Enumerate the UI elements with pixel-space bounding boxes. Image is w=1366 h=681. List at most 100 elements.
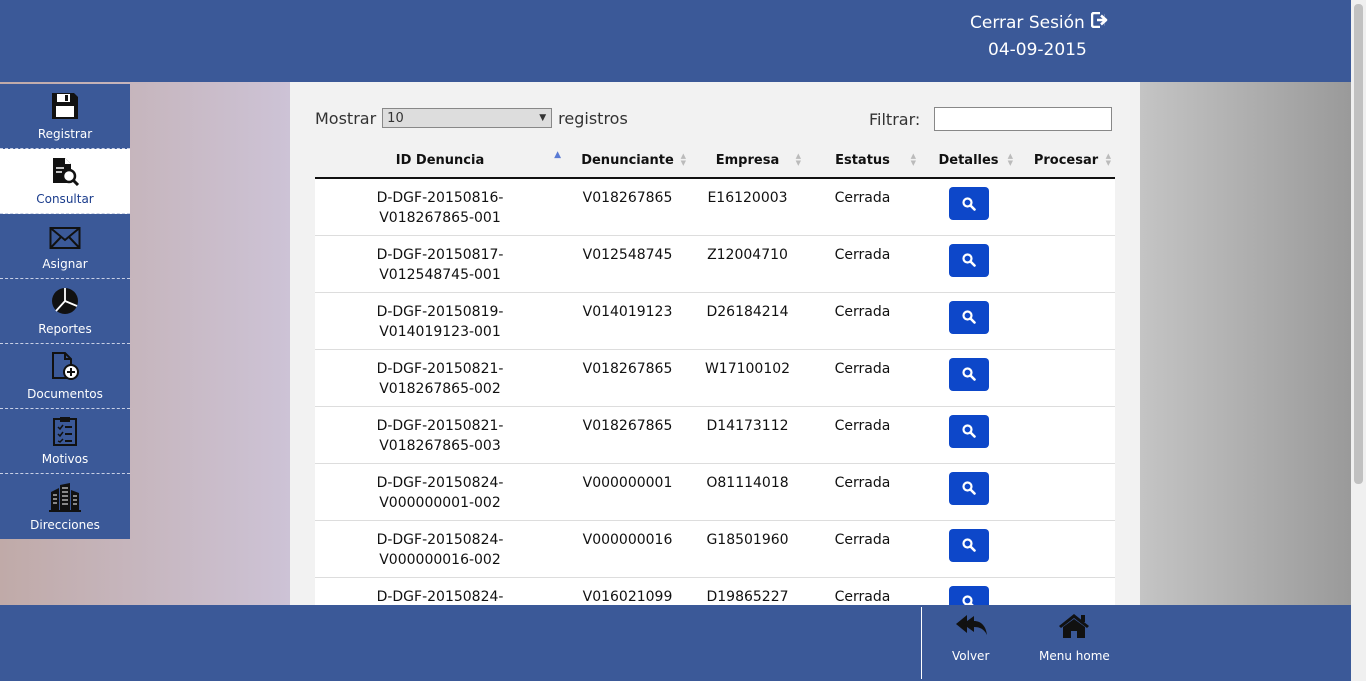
table-row: D-DGF-20150819- V014019123-001 V014019123… (315, 291, 1115, 349)
column-header-id[interactable]: ID Denuncia ▲ (315, 144, 565, 179)
home-icon (1059, 614, 1090, 638)
cell-estatus: Cerrada (805, 177, 920, 235)
envelope-icon (49, 227, 81, 249)
cell-detalles (920, 519, 1017, 577)
logout-label: Cerrar Sesión (970, 12, 1085, 33)
sidebar-item-consultar[interactable]: Consultar (0, 149, 130, 214)
back-button[interactable]: Volver (952, 613, 989, 663)
id-part: V000000016-002 (379, 551, 501, 568)
cell-denunciante: V018267865 (565, 348, 690, 406)
cell-procesar (1017, 291, 1115, 349)
details-button[interactable] (948, 414, 989, 448)
sidebar-item-label: Reportes (38, 322, 92, 336)
sort-asc-icon: ▲ (554, 150, 561, 160)
cell-id: D-DGF-20150819- V014019123-001 (315, 291, 565, 349)
page-scrollbar[interactable] (1351, 0, 1366, 681)
sidebar-item-motivos[interactable]: Motivos (0, 409, 130, 474)
filter-input[interactable] (934, 107, 1113, 131)
details-button[interactable] (948, 528, 989, 562)
sidebar-item-registrar[interactable]: Registrar (0, 84, 130, 149)
cell-detalles (920, 348, 1017, 406)
cell-procesar (1017, 405, 1115, 463)
details-button[interactable] (948, 187, 989, 220)
cell-id: D-DGF-20150817- V012548745-001 (315, 234, 565, 292)
sidebar-item-reportes[interactable]: Reportes (0, 279, 130, 344)
sidebar-item-direcciones[interactable]: Direcciones (0, 474, 130, 539)
cell-id: D-DGF-20150816- V018267865-001 (315, 177, 565, 235)
sidebar-item-documentos[interactable]: Documentos (0, 344, 130, 409)
show-label: Mostrar (315, 108, 377, 128)
cell-denunciante: V000000001 (565, 462, 690, 520)
sidebar-menu: Registrar Consultar Asignar Reportes Doc… (0, 84, 130, 539)
sort-icon: ▲ ▼ (1007, 152, 1013, 167)
column-header-label: ID Denuncia (395, 153, 485, 168)
id-part: D-DGF-20150824- (376, 474, 504, 491)
details-button[interactable] (948, 585, 989, 605)
column-header-estatus[interactable]: Estatus ▲ ▼ (805, 144, 920, 179)
id-part: D-DGF-20150819- (376, 303, 504, 320)
cell-estatus: Cerrada (805, 234, 920, 292)
column-header-empresa[interactable]: Empresa ▲ ▼ (690, 144, 805, 179)
cell-empresa: W17100102 (690, 348, 805, 406)
sidebar-item-asignar[interactable]: Asignar (0, 214, 130, 279)
filter-label: Filtrar: (869, 109, 921, 129)
search-icon (961, 367, 976, 381)
home-button[interactable]: Menu home (1039, 613, 1110, 663)
sidebar-item-label: Consultar (36, 192, 94, 206)
cell-id: D-DGF-20150821- V018267865-003 (315, 405, 565, 463)
sort-icon: ▲ ▼ (1105, 152, 1111, 167)
table-row: D-DGF-20150817- V012548745-001 V012548745… (315, 234, 1115, 292)
id-part: V018267865-001 (379, 210, 501, 226)
id-part: V014019123-001 (379, 323, 501, 340)
details-button[interactable] (948, 357, 989, 391)
footer-divider (921, 607, 922, 679)
cell-denunciante: V000000016 (565, 519, 690, 577)
cell-procesar (1017, 348, 1115, 406)
column-header-label: Denunciante (581, 153, 674, 168)
column-header-procesar[interactable]: Procesar ▲ ▼ (1017, 144, 1115, 179)
id-part: V000000001-002 (379, 494, 501, 511)
complaints-table: ID Denuncia ▲ Denunciante ▲ ▼ Empresa ▲ ▼ … (315, 144, 1115, 605)
home-label: Menu home (1039, 649, 1110, 663)
cell-empresa: E16120003 (690, 177, 805, 235)
sidebar-item-label: Documentos (27, 387, 103, 401)
table-row: D-DGF-20150824- V000000001-002 V000000001… (315, 462, 1115, 520)
column-header-denunciante[interactable]: Denunciante ▲ ▼ (565, 144, 690, 179)
bottom-footer: Volver Menu home (0, 605, 1351, 681)
cell-estatus: Cerrada (805, 462, 920, 520)
search-icon (961, 595, 974, 605)
cell-detalles (920, 462, 1017, 520)
page-size-value: 10 (387, 110, 404, 126)
cell-id: D-DGF-20150821- V018267865-002 (315, 348, 565, 406)
sidebar-item-label: Direcciones (30, 518, 100, 532)
id-part: D-DGF-20150824- (376, 588, 504, 605)
details-button[interactable] (948, 300, 989, 334)
cell-denunciante: V016021099 (565, 576, 690, 605)
search-icon (961, 424, 976, 438)
search-icon (961, 538, 976, 552)
table-row: D-DGF-20150824- V016021099 D19865227 Cer… (315, 576, 1115, 605)
id-part: V018267865-003 (379, 437, 501, 454)
cell-empresa: Z12004710 (690, 234, 805, 292)
scrollbar-thumb[interactable] (1354, 4, 1363, 484)
cell-empresa: O81114018 (690, 462, 805, 520)
back-label: Volver (952, 649, 990, 663)
logout-link[interactable]: Cerrar Sesión (970, 11, 1109, 33)
column-header-label: Estatus (835, 153, 890, 168)
id-part: V018267865-002 (379, 380, 501, 397)
buildings-icon (49, 483, 81, 512)
page-size-select[interactable]: 10 ▼ (382, 108, 553, 128)
cell-detalles (920, 291, 1017, 349)
cell-procesar (1017, 576, 1115, 605)
details-button[interactable] (948, 243, 989, 277)
details-button[interactable] (948, 471, 989, 505)
cell-denunciante: V014019123 (565, 291, 690, 349)
logout-icon (1090, 11, 1109, 33)
page-size-control: Mostrar 10 ▼ registros (315, 108, 628, 128)
column-header-detalles[interactable]: Detalles ▲ ▼ (920, 144, 1017, 179)
cell-denunciante: V012548745 (565, 234, 690, 292)
document-search-icon (53, 158, 80, 186)
cell-procesar (1017, 462, 1115, 520)
table-row: D-DGF-20150821- V018267865-002 V018267865… (315, 348, 1115, 406)
column-header-label: Procesar (1033, 153, 1099, 168)
